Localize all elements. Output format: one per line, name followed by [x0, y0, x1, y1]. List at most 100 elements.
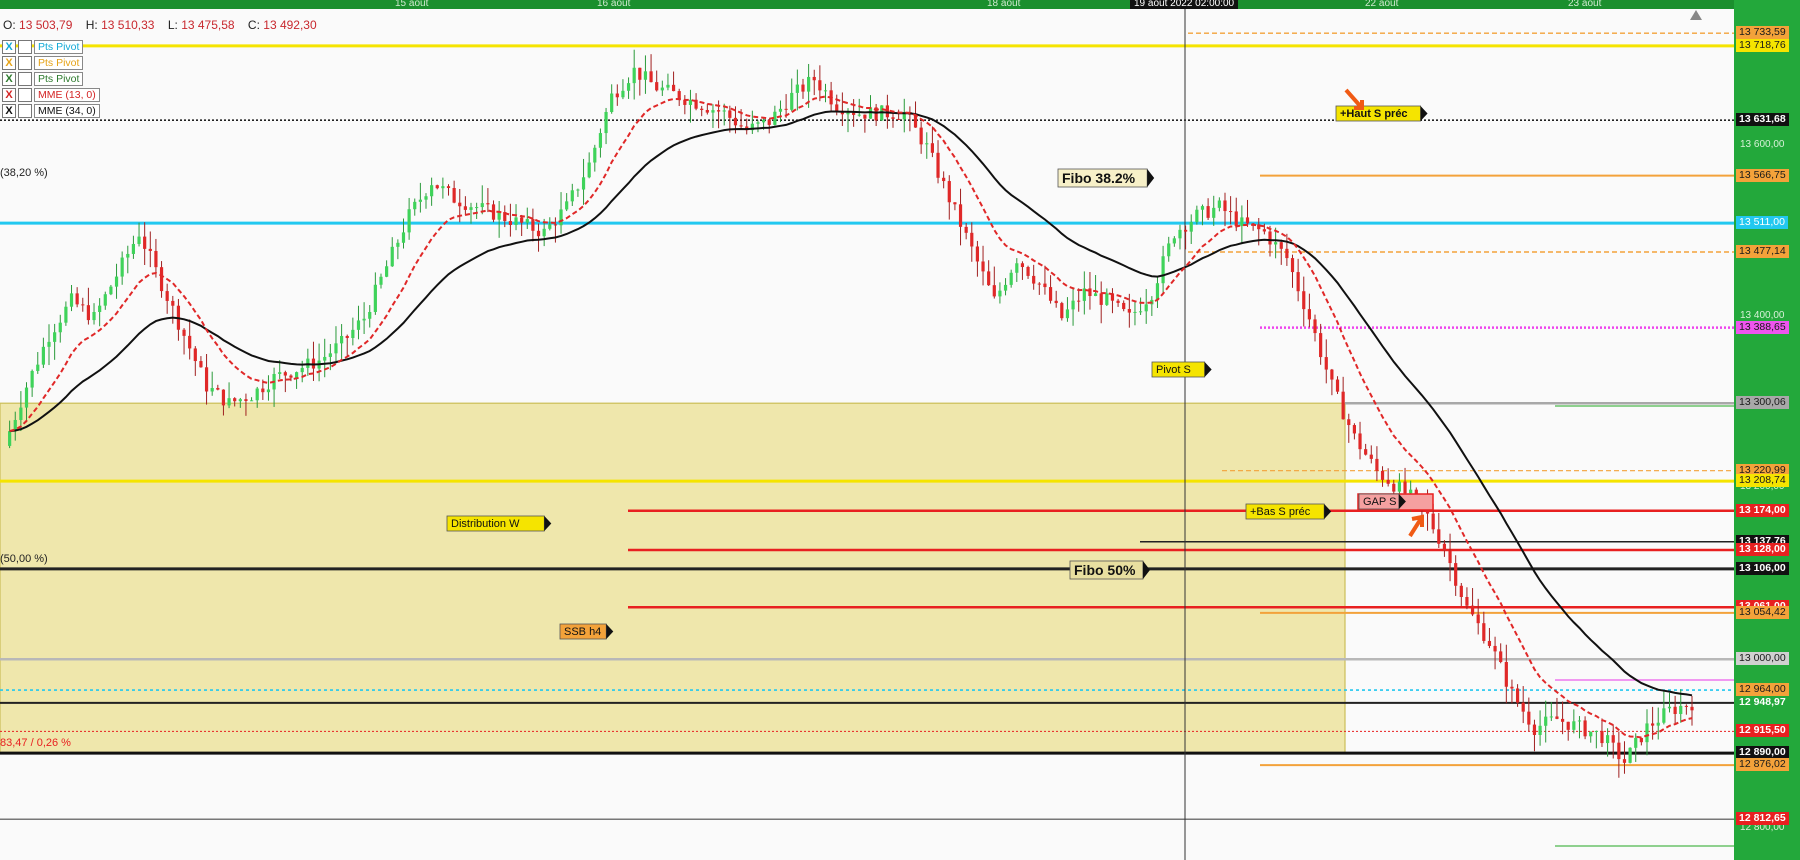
candle-body: [1347, 419, 1351, 426]
candle-body: [857, 114, 861, 116]
candle-body: [666, 84, 670, 88]
candle-body: [795, 84, 799, 93]
distribution-w-label-text: Distribution W: [451, 518, 520, 530]
indicator-row[interactable]: X MME (34, 0): [2, 103, 100, 119]
candle-body: [626, 83, 631, 91]
candle-body: [790, 92, 794, 110]
candle-body: [1122, 302, 1126, 310]
candle-body: [1606, 735, 1610, 744]
candle-body: [722, 110, 726, 112]
candle-body: [171, 300, 175, 306]
candle-body: [1515, 688, 1520, 703]
candle-body: [1229, 211, 1233, 213]
gap-s-label[interactable]: GAP S: [1358, 493, 1406, 510]
candle-body: [1302, 291, 1306, 310]
candle-body: [739, 125, 743, 127]
candle-body: [632, 67, 636, 84]
candle-body: [733, 117, 738, 126]
candle-body: [525, 219, 529, 223]
candle-body: [975, 246, 980, 262]
price-scale-tick: 13 600,00: [1740, 139, 1785, 151]
candle-body: [1234, 211, 1238, 226]
candle-body: [1195, 209, 1199, 222]
candle-body: [649, 71, 653, 83]
candle-body: [1380, 470, 1385, 480]
distribution-w-label[interactable]: Distribution W: [446, 515, 552, 532]
candle-body: [1319, 333, 1323, 358]
indicator-close-icon[interactable]: X: [2, 88, 16, 102]
pivot-s-label[interactable]: Pivot S: [1151, 361, 1212, 378]
chart-area[interactable]: Fibo 38.2% Fibo 50% Pivot S +Haut S préc +Ba…: [0, 0, 1734, 860]
candle-body: [463, 206, 467, 210]
candle-body: [863, 114, 867, 119]
price-tag: 12 964,00: [1736, 683, 1789, 697]
candle-body: [103, 294, 107, 306]
candle-body: [120, 257, 124, 277]
indicator-minimize-icon[interactable]: [18, 40, 32, 54]
candle-body: [1667, 706, 1672, 709]
candle-body: [199, 361, 203, 368]
indicator-name[interactable]: Pts Pivot: [34, 56, 84, 70]
candle-body: [1099, 293, 1103, 305]
candle-body: [188, 335, 192, 349]
fibo-50-label[interactable]: Fibo 50%: [1069, 560, 1150, 580]
candle-body: [64, 306, 68, 323]
candle-body: [919, 127, 923, 145]
indicator-close-icon[interactable]: X: [2, 56, 16, 70]
candle-body: [1054, 300, 1058, 304]
bas-s-prec-label[interactable]: +Bas S préc: [1245, 503, 1332, 520]
indicator-name[interactable]: Pts Pivot: [34, 72, 84, 86]
indicator-name[interactable]: MME (34, 0): [34, 104, 100, 118]
indicator-close-icon[interactable]: X: [2, 104, 16, 118]
indicator-name[interactable]: MME (13, 0): [34, 88, 100, 102]
candle-body: [807, 76, 811, 92]
candle-body: [1217, 200, 1221, 208]
indicator-name[interactable]: Pts Pivot: [34, 40, 84, 54]
candle-body: [1639, 737, 1643, 743]
candle-body: [19, 407, 23, 420]
candle-body: [373, 284, 377, 312]
candle-body: [1487, 640, 1492, 646]
candle-body: [475, 207, 479, 209]
candle-body: [1200, 206, 1205, 210]
indicator-close-icon[interactable]: X: [2, 72, 16, 86]
high-label: H:: [85, 18, 98, 32]
candle-body: [81, 304, 85, 306]
indicator-row[interactable]: X Pts Pivot: [2, 55, 100, 71]
scroll-up-arrow-icon[interactable]: [1690, 10, 1702, 20]
candle-body: [216, 387, 220, 390]
candle-body: [587, 162, 591, 178]
candle-body: [1403, 481, 1407, 494]
indicator-row[interactable]: X MME (13, 0): [2, 87, 100, 103]
candle-body: [244, 399, 248, 401]
candle-body: [660, 87, 664, 91]
indicator-row[interactable]: X Pts Pivot: [2, 71, 100, 87]
indicator-minimize-icon[interactable]: [18, 88, 32, 102]
candle-body: [1527, 711, 1531, 725]
candle-body: [981, 261, 985, 272]
price-chart[interactable]: Fibo 38.2% Fibo 50% Pivot S +Haut S préc +Ba…: [0, 0, 1734, 860]
candle-body: [334, 343, 338, 354]
candle-body: [1324, 357, 1328, 370]
candle-body: [1600, 730, 1604, 744]
candle-body: [131, 243, 136, 254]
indicator-minimize-icon[interactable]: [18, 104, 32, 118]
candle-body: [1245, 217, 1250, 224]
indicator-row[interactable]: X Pts Pivot: [2, 39, 100, 55]
candle-body: [655, 82, 659, 91]
indicator-close-icon[interactable]: X: [2, 40, 16, 54]
candle-body: [1330, 369, 1334, 380]
candle-body: [458, 202, 462, 207]
candle-body: [1077, 300, 1081, 302]
candle-body: [542, 228, 546, 237]
indicator-minimize-icon[interactable]: [18, 72, 32, 86]
haut-s-prec-label[interactable]: +Haut S préc: [1335, 105, 1428, 122]
indicator-minimize-icon[interactable]: [18, 56, 32, 70]
candle-body: [1482, 623, 1486, 641]
candle-body: [987, 271, 991, 286]
candle-body: [1065, 309, 1070, 319]
ssb-h4-label[interactable]: SSB h4: [559, 623, 614, 640]
candle-body: [289, 375, 293, 378]
fibo-38-label[interactable]: Fibo 38.2%: [1057, 168, 1155, 188]
candle-body: [385, 266, 389, 277]
